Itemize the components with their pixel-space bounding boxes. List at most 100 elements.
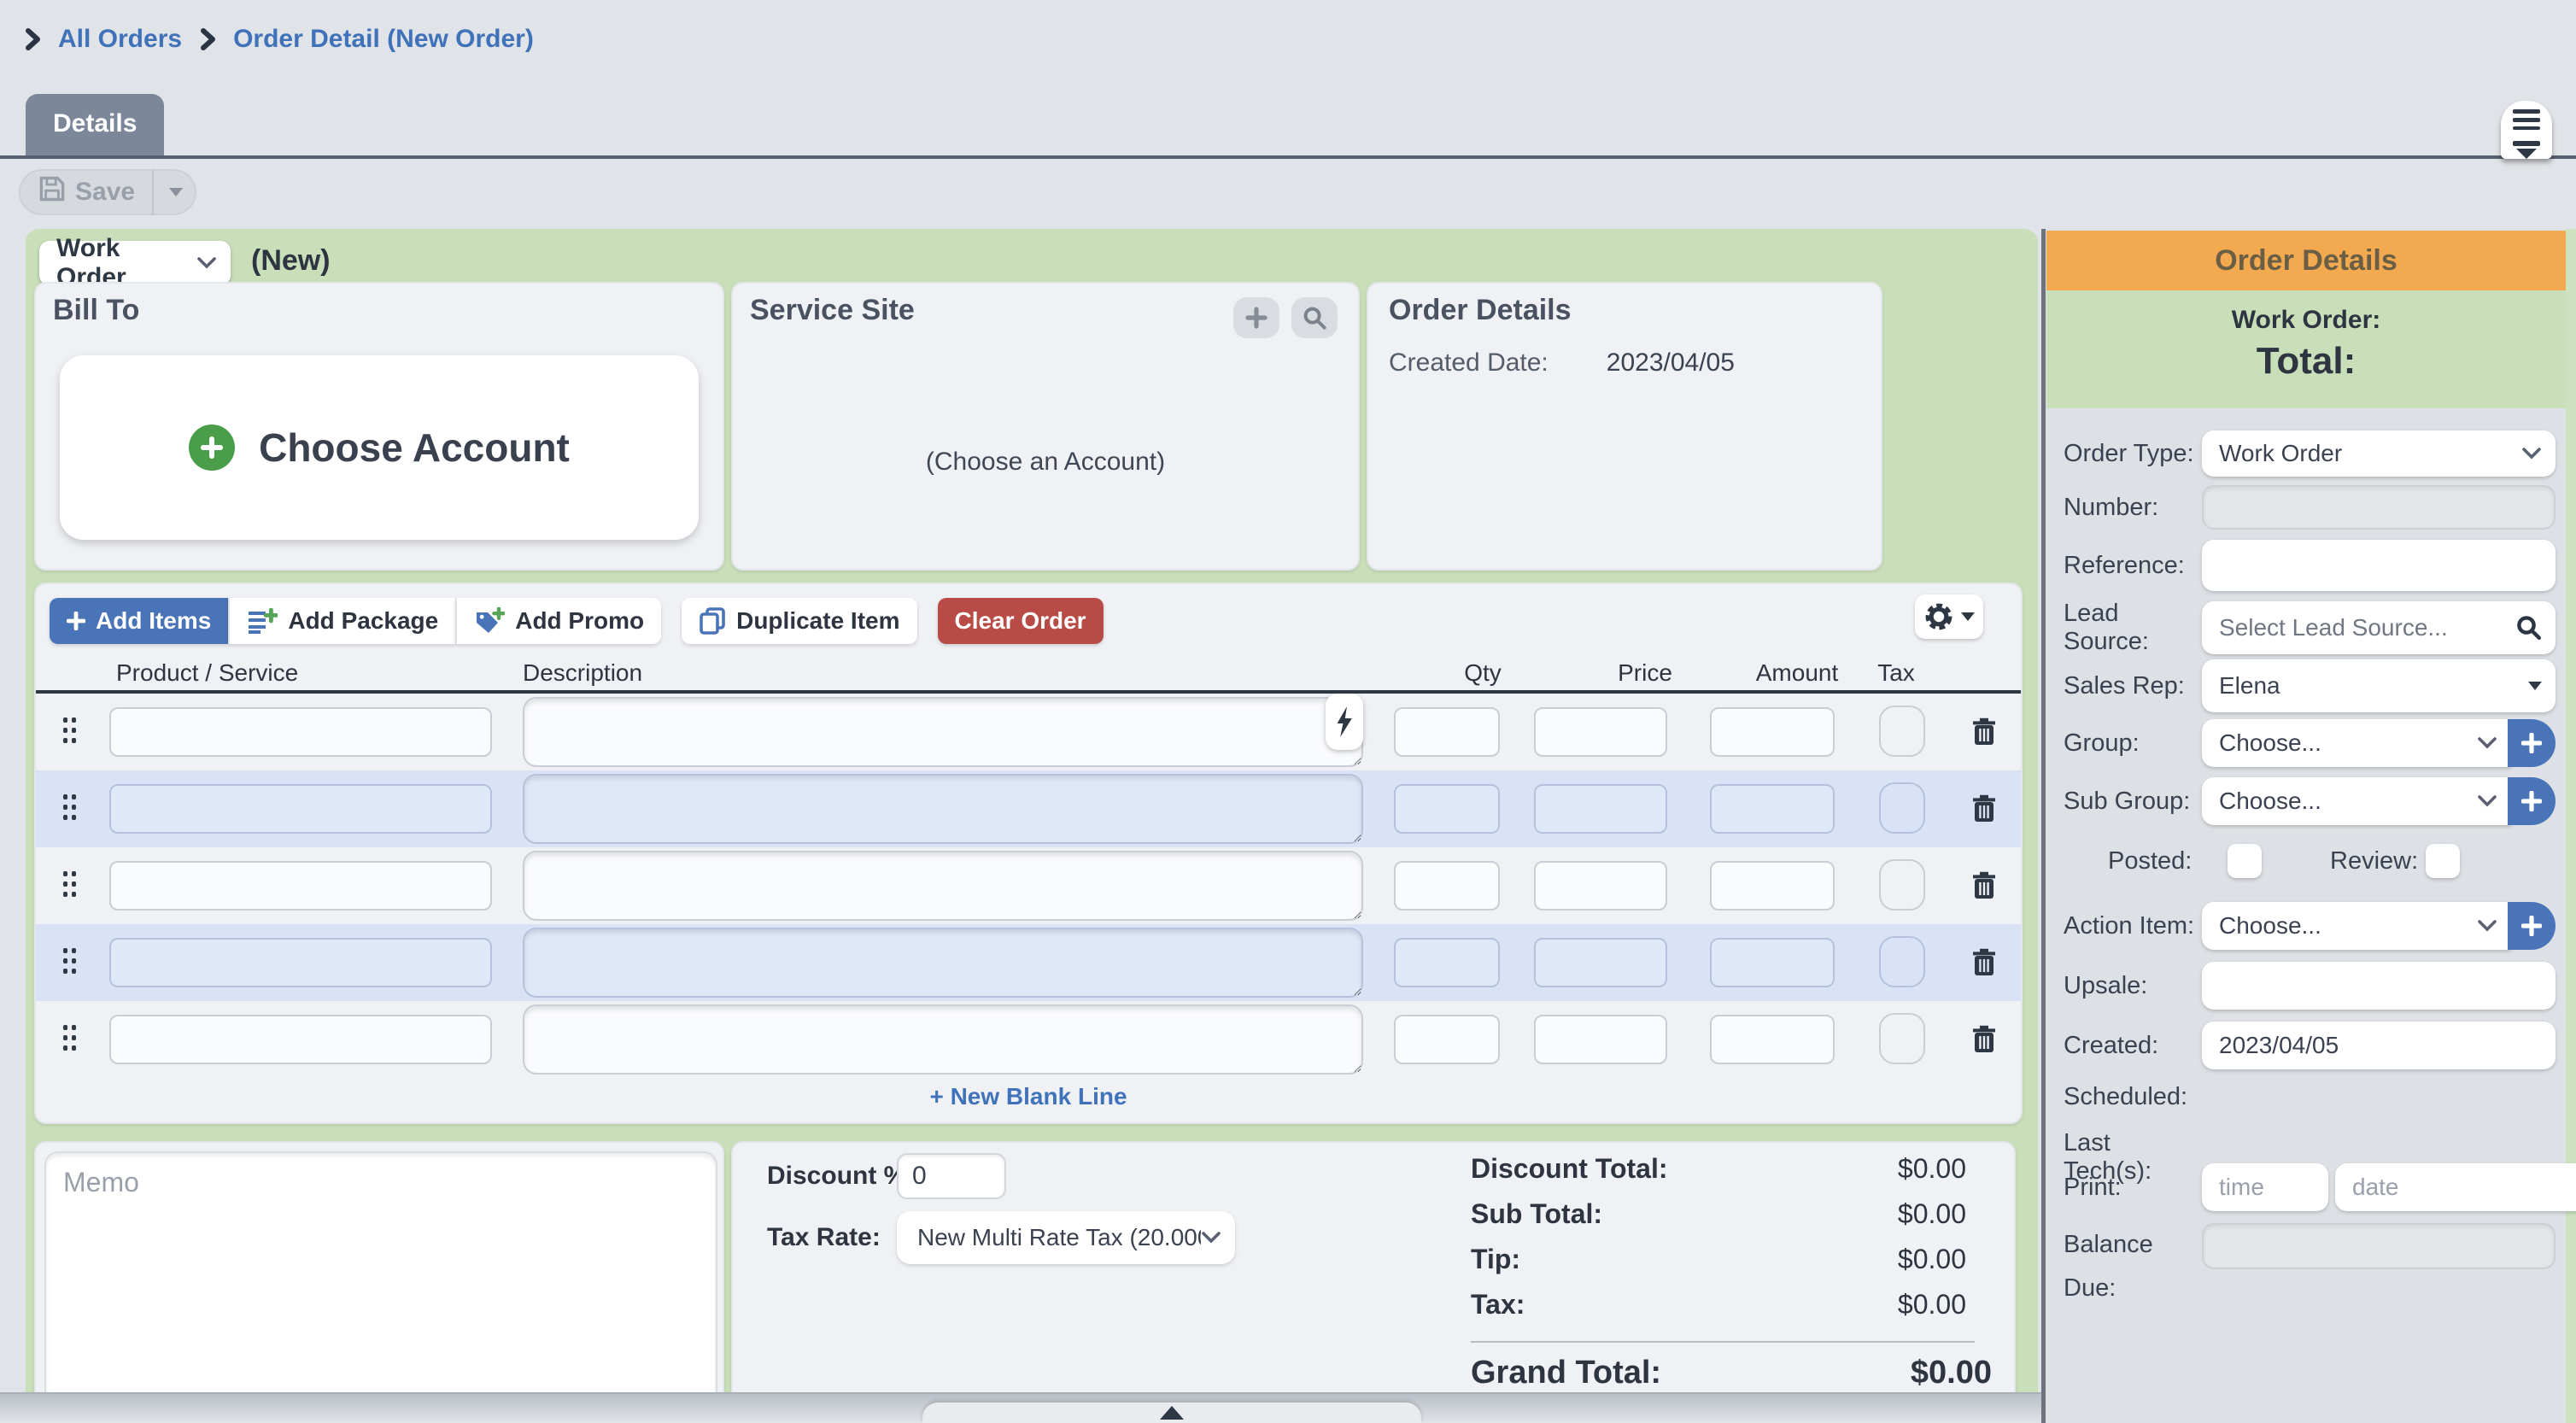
product-input[interactable] (109, 1015, 492, 1064)
field-upsale: Upsale: (2064, 962, 2556, 1010)
trash-icon[interactable] (1973, 717, 1995, 753)
trash-icon[interactable] (1973, 948, 1995, 984)
choose-account-button[interactable]: Choose Account (60, 355, 699, 540)
add-package-button[interactable]: Add Package (228, 598, 455, 644)
description-input[interactable] (523, 851, 1363, 921)
tab-bar: Details (0, 79, 2576, 159)
description-input[interactable] (523, 774, 1363, 844)
sales-rep-select[interactable]: Elena (2202, 659, 2556, 712)
items-table-header: Product / Service Description Qty Price … (36, 659, 2021, 690)
save-button-label: Save (75, 178, 135, 207)
drag-handle-icon[interactable] (63, 717, 77, 745)
discount-input[interactable] (897, 1153, 1006, 1199)
trash-icon[interactable] (1973, 794, 1995, 830)
add-group-button[interactable] (2508, 719, 2556, 767)
amount-input[interactable] (1710, 784, 1835, 834)
amount-input[interactable] (1710, 707, 1835, 757)
add-sub-group-button[interactable] (2508, 777, 2556, 825)
print-time-input[interactable] (2202, 1163, 2328, 1211)
amount-input[interactable] (1710, 1015, 1835, 1064)
tax-checkbox[interactable] (1879, 706, 1925, 757)
table-row (36, 770, 2021, 847)
amount-input[interactable] (1710, 938, 1835, 987)
floppy-disk-icon (39, 176, 65, 208)
review-checkbox[interactable] (2426, 844, 2460, 878)
header-tax: Tax (1862, 659, 1930, 687)
total-value: $0.00 (1898, 1198, 1966, 1230)
drag-handle-icon[interactable] (63, 871, 77, 899)
order-type-select[interactable]: Work Order (2202, 430, 2556, 477)
product-input[interactable] (109, 707, 492, 757)
drag-handle-icon[interactable] (63, 948, 77, 975)
field-sales-rep: Sales Rep: Elena (2064, 659, 2556, 712)
qty-input[interactable] (1394, 938, 1500, 987)
quick-fill-button[interactable] (1326, 694, 1363, 750)
qty-input[interactable] (1394, 784, 1500, 834)
action-item-select[interactable]: Choose... (2202, 902, 2511, 950)
collapse-panel-button[interactable] (2501, 101, 2552, 159)
breadcrumb-all-orders[interactable]: All Orders (58, 25, 182, 54)
trash-icon[interactable] (1973, 1025, 1995, 1061)
save-button[interactable]: Save (19, 169, 196, 215)
description-input[interactable] (523, 697, 1363, 767)
upsale-input[interactable] (2202, 962, 2556, 1010)
price-input[interactable] (1534, 861, 1667, 911)
qty-input[interactable] (1394, 861, 1500, 911)
duplicate-item-button[interactable]: Duplicate Item (682, 598, 916, 644)
drag-handle-icon[interactable] (63, 794, 77, 822)
memo-panel (34, 1141, 724, 1414)
search-icon (1303, 306, 1326, 330)
grand-total-line: Grand Total:$0.00 (1471, 1355, 1975, 1391)
sub-group-select[interactable]: Choose... (2202, 777, 2511, 825)
tax-checkbox[interactable] (1879, 1013, 1925, 1064)
product-input[interactable] (109, 861, 492, 911)
bottom-drawer-handle[interactable] (922, 1403, 1421, 1423)
field-reference: Reference: (2064, 540, 2556, 591)
tab-details[interactable]: Details (26, 94, 164, 155)
product-input[interactable] (109, 938, 492, 987)
product-input[interactable] (109, 784, 492, 834)
trash-icon[interactable] (1973, 871, 1995, 907)
service-site-placeholder: (Choose an Account) (733, 448, 1358, 477)
add-site-button[interactable] (1233, 297, 1279, 338)
qty-input[interactable] (1394, 707, 1500, 757)
tax-checkbox[interactable] (1879, 859, 1925, 911)
memo-input[interactable] (44, 1151, 717, 1408)
tax-rate-select[interactable]: New Multi Rate Tax (20.000% (897, 1211, 1235, 1264)
total-line: Tip:$0.00 (1445, 1233, 1975, 1279)
discount-label: Discount %: (767, 1162, 915, 1191)
lead-source-picker[interactable]: Select Lead Source... (2202, 601, 2556, 654)
order-type-select-top[interactable]: Work Order (39, 241, 231, 285)
add-action-item-button[interactable] (2508, 902, 2556, 950)
price-input[interactable] (1534, 1015, 1667, 1064)
tax-checkbox[interactable] (1879, 782, 1925, 834)
drag-handle-icon[interactable] (63, 1025, 77, 1052)
tax-checkbox[interactable] (1879, 936, 1925, 987)
price-input[interactable] (1534, 707, 1667, 757)
qty-input[interactable] (1394, 1015, 1500, 1064)
price-input[interactable] (1534, 938, 1667, 987)
print-date-input[interactable] (2335, 1163, 2576, 1211)
save-dropdown-caret-icon[interactable] (169, 188, 183, 196)
new-blank-line-link[interactable]: + New Blank Line (36, 1083, 2021, 1110)
group-select[interactable]: Choose... (2202, 719, 2511, 767)
amount-input[interactable] (1710, 861, 1835, 911)
clear-order-button[interactable]: Clear Order (938, 598, 1104, 644)
posted-checkbox[interactable] (2228, 844, 2262, 878)
search-site-button[interactable] (1291, 297, 1338, 338)
balance-due-input (2202, 1223, 2556, 1269)
description-input[interactable] (523, 1004, 1363, 1075)
order-details-title: Order Details (1389, 294, 1881, 327)
add-promo-button[interactable]: Add Promo (455, 598, 661, 644)
created-date-input[interactable] (2202, 1022, 2556, 1069)
breadcrumb-order-detail[interactable]: Order Detail (New Order) (233, 25, 534, 54)
gear-icon (1923, 601, 1954, 632)
menu-lines-icon (2513, 109, 2540, 114)
service-site-panel: Service Site (Choose an Account) (731, 282, 1360, 571)
table-settings-button[interactable] (1915, 594, 1983, 639)
description-input[interactable] (523, 928, 1363, 998)
tax-rate-label: Tax Rate: (767, 1223, 881, 1252)
price-input[interactable] (1534, 784, 1667, 834)
add-items-button[interactable]: Add Items (50, 598, 228, 644)
reference-input[interactable] (2202, 540, 2556, 591)
